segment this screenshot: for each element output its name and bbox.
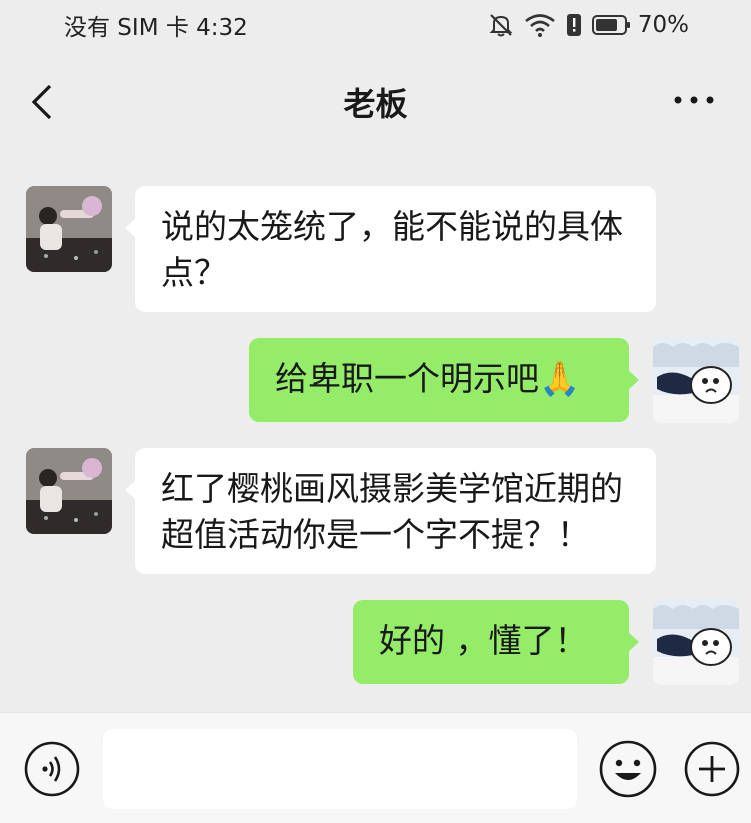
- boss-avatar[interactable]: [26, 448, 112, 534]
- message-input[interactable]: [103, 729, 577, 809]
- input-bar: [0, 712, 751, 823]
- chat-title: 老板: [343, 85, 408, 123]
- battery-percent: 70%: [637, 12, 689, 38]
- avatar-cartoon: [653, 337, 739, 423]
- message-text: 说的太笼统了，能不能说的具体点？: [161, 207, 623, 292]
- plus-button[interactable]: [684, 741, 740, 797]
- alert-badge-icon: [566, 14, 581, 36]
- mute-bell-icon: [489, 14, 513, 37]
- wifi-icon: [525, 14, 555, 37]
- message-bubble-outgoing[interactable]: 给卑职一个明示吧🙏: [249, 338, 639, 422]
- carrier-time-text: 没有 SIM 卡 4:32: [64, 15, 248, 41]
- message-bubble-incoming[interactable]: 红了樱桃画风摄影美学馆近期的超值活动你是一个字不提？！: [125, 448, 656, 574]
- avatar-cartoon: [653, 599, 739, 685]
- chat-header: 老板: [0, 62, 751, 142]
- battery: 70%: [591, 12, 689, 38]
- voice-button[interactable]: [24, 741, 80, 797]
- message-bubble-incoming[interactable]: 说的太笼统了，能不能说的具体点？: [125, 186, 656, 312]
- voice-icon: [24, 741, 80, 797]
- more-button[interactable]: [673, 88, 715, 112]
- my-avatar[interactable]: [653, 337, 739, 423]
- my-avatar[interactable]: [653, 599, 739, 685]
- emoji-icon: [599, 740, 657, 798]
- chevron-left-icon: [31, 84, 52, 120]
- battery-icon: [591, 15, 630, 35]
- message-text: 好的 ，懂了！: [379, 621, 588, 660]
- avatar-photo: [26, 186, 112, 272]
- back-button[interactable]: [22, 80, 62, 124]
- avatar-photo: [26, 448, 112, 534]
- message-text: 红了樱桃画风摄影美学馆近期的超值活动你是一个字不提？！: [161, 469, 623, 554]
- status-bar: 没有 SIM 卡 4:32 70%: [0, 0, 751, 50]
- message-text: 给卑职一个明示吧🙏: [275, 359, 581, 398]
- boss-avatar[interactable]: [26, 186, 112, 272]
- emoji-button[interactable]: [598, 739, 658, 799]
- plus-icon: [684, 741, 740, 797]
- message-bubble-outgoing[interactable]: 好的 ，懂了！: [353, 600, 639, 684]
- more-dots-icon: [674, 96, 714, 104]
- status-icons: 70%: [488, 12, 689, 38]
